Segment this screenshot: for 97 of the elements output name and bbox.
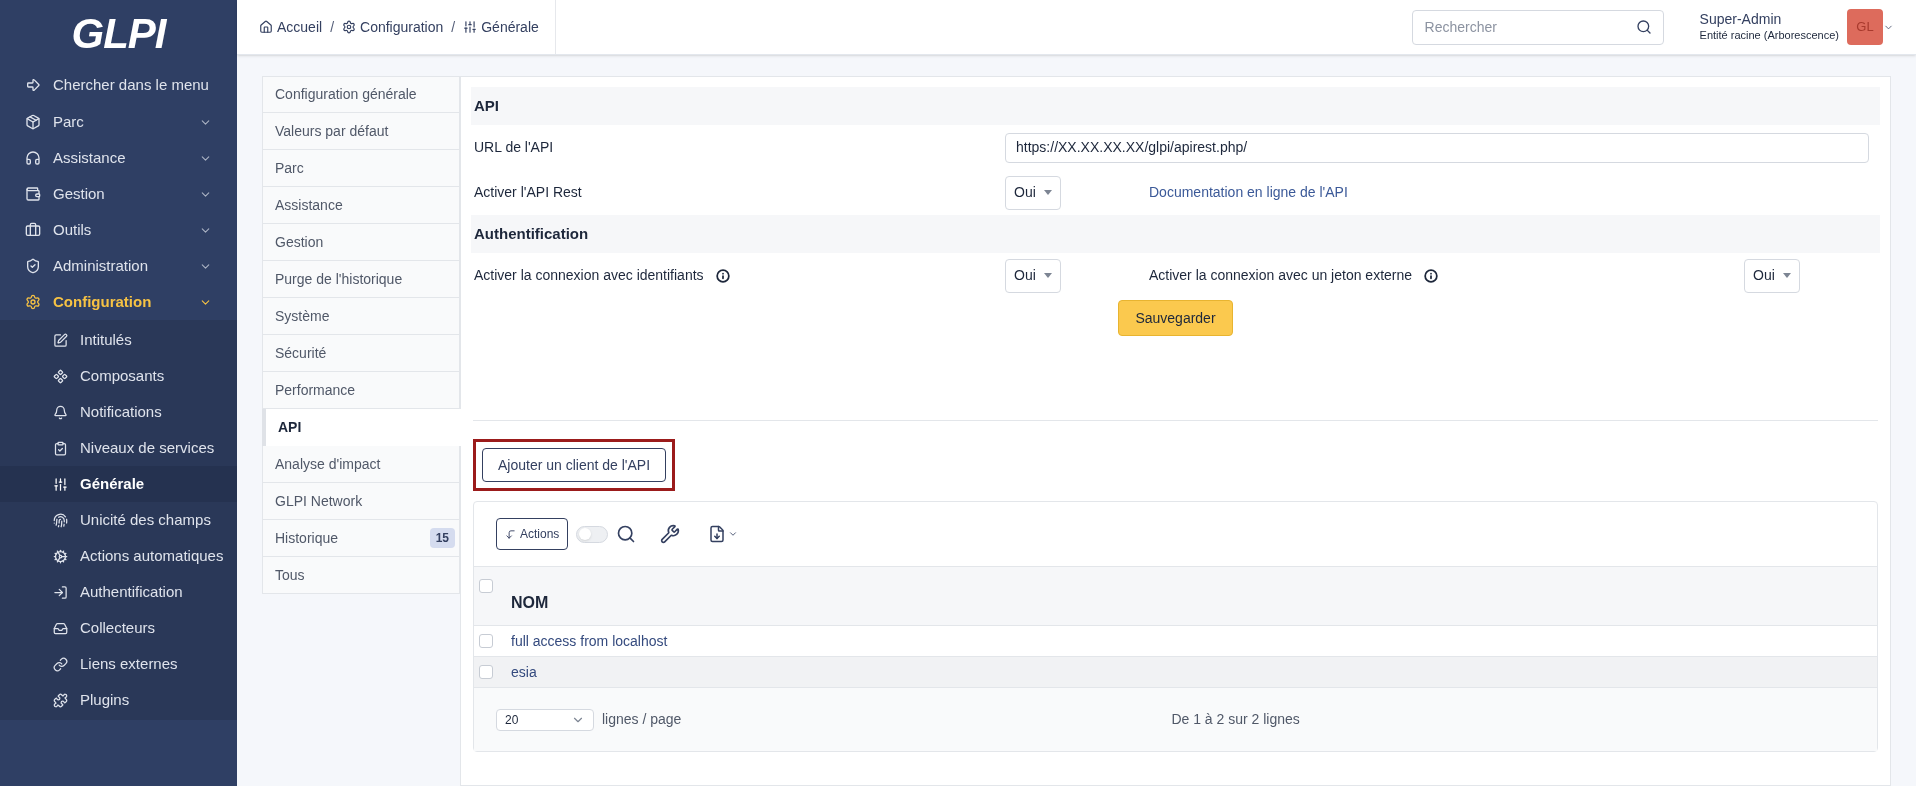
tab[interactable]: GLPI Network [262,483,460,520]
actions-button[interactable]: Actions [496,518,569,550]
wallet-icon [25,186,41,202]
submenu-item[interactable]: Collecteurs [0,610,237,646]
home-icon [259,20,273,34]
tab[interactable]: Historique 15 [262,520,460,557]
gear-icon [25,294,41,310]
breadcrumb-link[interactable]: Configuration [342,16,444,38]
sliders-icon [463,20,478,34]
section-header: API [471,87,1880,125]
tab[interactable]: Sécurité [262,335,460,372]
tab[interactable]: API [262,409,461,446]
menu-item[interactable]: Parc [0,104,237,140]
column-header[interactable]: NOM [511,591,549,615]
page-size-label: lignes / page [602,710,682,729]
cog-icon [53,548,68,564]
menu-item[interactable]: Configuration [0,284,237,320]
inbox-icon [53,620,68,636]
submenu-item[interactable]: Liens externes [0,646,237,682]
submenu-item[interactable]: Authentification [0,574,237,610]
yes-no-select[interactable]: Oui [1005,175,1061,210]
search-field[interactable]: Rechercher [1411,9,1664,45]
dropdown-triangle-icon [1043,190,1052,195]
tab[interactable]: Parc [262,150,460,187]
dropdown-triangle-icon [1782,273,1791,278]
corner-arrow-icon [505,528,516,540]
tab[interactable]: Assistance [262,187,460,224]
breadcrumb-link[interactable]: Accueil [259,16,323,38]
headset-icon [25,150,41,166]
breadcrumb-separator: / [451,17,456,37]
submenu-item[interactable]: Actions automatiques [0,538,237,574]
briefcase-icon [25,222,41,238]
save-button[interactable]: Sauvegarder [1118,300,1233,336]
user-entity: Entité racine (Arborescence) [1699,28,1839,43]
submenu-item[interactable]: Notifications [0,394,237,430]
file-download-icon [708,525,727,543]
tab[interactable]: Gestion [262,224,460,261]
menu-item[interactable]: Administration [0,248,237,284]
puzzle-icon [53,692,68,708]
submenu-item[interactable]: Intitulés [0,322,237,358]
gear-icon [342,20,357,34]
field-label: URL de l'API [474,138,554,157]
pagination-summary: De 1 à 2 sur 2 lignes [1171,710,1300,729]
menu-item[interactable]: Outils [0,212,237,248]
logo[interactable]: GLPI [71,1,166,65]
shield-icon [25,258,41,274]
submenu-item[interactable]: Générale [0,466,237,502]
tab[interactable]: Purge de l'historique [262,261,460,298]
sliders-icon [53,476,68,492]
submenu-item[interactable]: Unicité des champs [0,502,237,538]
breadcrumb-link[interactable]: Générale [463,16,539,38]
toggle-switch[interactable] [576,525,609,543]
field-label: Activer la connexion avec un jeton externe [1149,266,1413,285]
client-name-link[interactable]: full access from localhost [511,630,668,652]
diamonds-icon [53,368,68,384]
breadcrumb-separator: / [330,17,335,37]
field-label: Activer la connexion avec identifiants [474,266,704,285]
yes-no-select[interactable]: Oui [1744,258,1800,293]
url-input[interactable]: https://XX.XX.XX.XX/glpi/apirest.php/ [1005,132,1869,163]
yes-no-select[interactable]: Oui [1005,258,1061,293]
sign-in-icon [53,584,68,600]
tab[interactable]: Tous [262,557,460,594]
search-icon[interactable] [616,524,637,544]
submenu-item[interactable]: Composants [0,358,237,394]
menu-item[interactable]: Gestion [0,176,237,212]
user-name: Super-Admin [1699,11,1783,29]
submenu-item[interactable]: Niveaux de services [0,430,237,466]
tab[interactable]: Performance [262,372,460,409]
wrench-icon[interactable] [660,524,681,544]
client-name-link[interactable]: esia [511,661,537,683]
tab[interactable]: Configuration générale [262,76,460,113]
checkbox[interactable] [479,579,493,593]
pen-square-icon [53,332,68,348]
bell-icon [53,404,68,420]
box-icon [25,114,41,130]
arrow-right-icon [25,77,41,93]
export-menu[interactable] [708,525,739,543]
count-badge: 15 [429,528,455,548]
tab[interactable]: Système [262,298,460,335]
page-size-select[interactable]: 20 [496,708,594,731]
checkbox[interactable] [479,634,493,648]
tab[interactable]: Valeurs par défaut [262,113,460,150]
documentation-link[interactable]: Documentation en ligne de l'API [1149,182,1348,203]
search-icon[interactable] [1635,18,1652,35]
checkbox[interactable] [479,665,493,679]
submenu-item[interactable]: Plugins [0,682,237,718]
tab[interactable]: Analyse d'impact [262,446,460,483]
link-icon [53,656,68,672]
add-api-client-button[interactable]: Ajouter un client de l'API [482,448,667,482]
field-label: Activer l'API Rest [474,183,582,202]
clipboard-check-icon [53,440,68,456]
menu-item[interactable]: Assistance [0,140,237,176]
menu-search-item[interactable]: Chercher dans le menu [0,66,237,104]
dropdown-triangle-icon [1043,273,1052,278]
chevron-down-icon [728,529,739,539]
section-header: Authentification [471,215,1880,253]
fingerprint-icon [53,512,68,528]
